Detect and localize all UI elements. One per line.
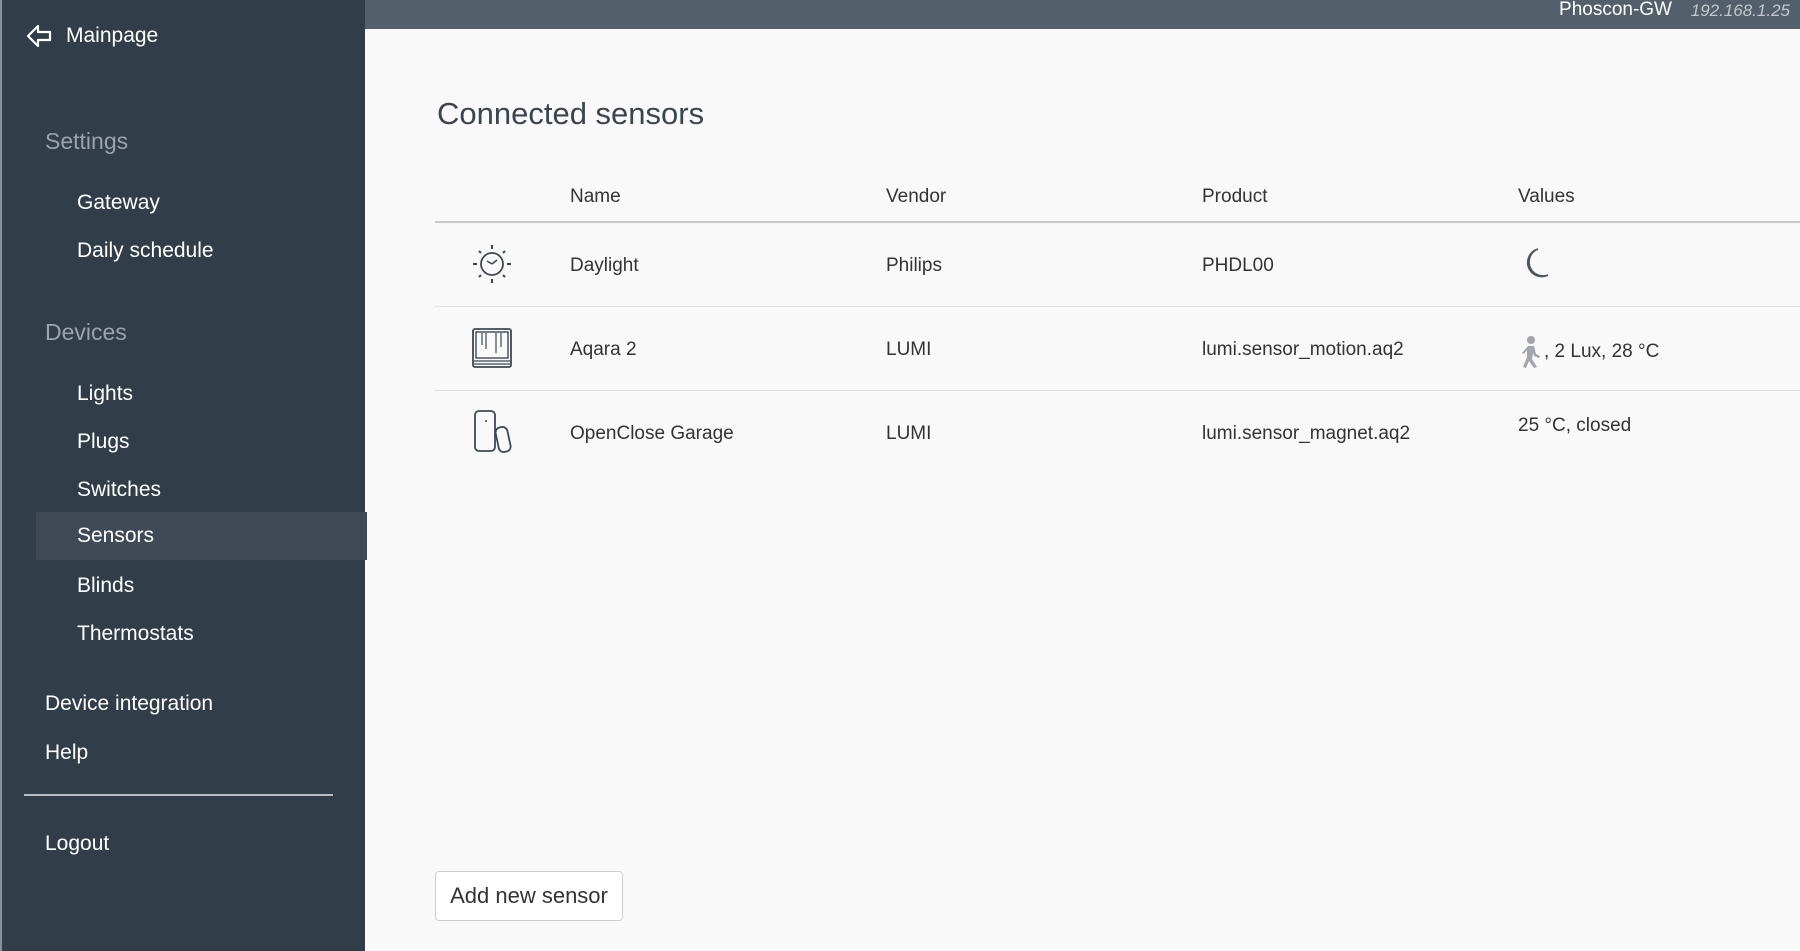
sidebar-item-sensors[interactable]: Sensors bbox=[36, 512, 367, 560]
sidebar-item-plugs[interactable]: Plugs bbox=[36, 418, 367, 466]
sensor-values: , 2 Lux, 28 °C bbox=[1518, 335, 1659, 369]
table-row[interactable]: OpenClose Garage LUMI lumi.sensor_magnet… bbox=[435, 391, 1800, 474]
gateway-name: Phoscon-GW bbox=[1559, 0, 1672, 20]
table-header: Name Vendor Product Values bbox=[435, 176, 1800, 223]
sidebar-item-gateway[interactable]: Gateway bbox=[36, 179, 367, 227]
devices-section-title: Devices bbox=[45, 319, 127, 345]
sidebar-item-daily-schedule[interactable]: Daily schedule bbox=[36, 227, 367, 275]
sensor-vendor: LUMI bbox=[886, 423, 932, 444]
sensor-product: PHDL00 bbox=[1202, 255, 1274, 276]
sensor-name: Aqara 2 bbox=[570, 339, 637, 360]
sensor-vendor: LUMI bbox=[886, 339, 932, 360]
back-label: Mainpage bbox=[66, 24, 159, 47]
column-header-values: Values bbox=[1518, 186, 1575, 207]
sidebar-divider bbox=[24, 794, 333, 796]
sensor-values-text: , 2 Lux, 28 °C bbox=[1544, 341, 1660, 362]
sensor-name: Daylight bbox=[570, 255, 639, 276]
sidebar-item-blinds[interactable]: Blinds bbox=[36, 562, 367, 610]
daylight-clock-icon bbox=[473, 245, 511, 283]
sidebar-item-switches[interactable]: Switches bbox=[36, 466, 367, 514]
gateway-ip: 192.168.1.25 bbox=[1690, 1, 1790, 20]
sidebar: Mainpage Settings Gateway Daily schedule… bbox=[0, 0, 367, 951]
sensor-name: OpenClose Garage bbox=[570, 423, 734, 444]
sidebar-item-lights[interactable]: Lights bbox=[36, 370, 367, 418]
settings-section-title: Settings bbox=[45, 128, 129, 154]
column-header-product: Product bbox=[1202, 186, 1268, 207]
door-sensor-icon bbox=[474, 410, 512, 453]
sensors-table: Name Vendor Product Values Daylight Phil… bbox=[435, 176, 1800, 474]
walking-person-icon bbox=[1522, 336, 1540, 368]
moon-icon bbox=[1526, 248, 1549, 278]
top-bar: Phoscon-GW 192.168.1.25 bbox=[365, 0, 1800, 29]
sensor-product: lumi.sensor_motion.aq2 bbox=[1202, 339, 1404, 360]
motion-sensor-icon bbox=[472, 328, 512, 368]
column-header-name: Name bbox=[570, 186, 621, 207]
add-new-sensor-button[interactable]: Add new sensor bbox=[435, 871, 623, 921]
arrow-left-icon bbox=[26, 24, 52, 48]
logout-link[interactable]: Logout bbox=[45, 832, 109, 856]
sensor-values-text: 25 °C, closed bbox=[1518, 415, 1632, 436]
sidebar-item-help[interactable]: Help bbox=[45, 741, 88, 765]
back-to-mainpage-link[interactable]: Mainpage bbox=[24, 18, 158, 54]
sensor-product: lumi.sensor_magnet.aq2 bbox=[1202, 423, 1411, 444]
table-row[interactable]: Daylight Philips PHDL00 bbox=[435, 223, 1800, 307]
table-row[interactable]: Aqara 2 LUMI lumi.sensor_motion.aq2 , 2 … bbox=[435, 307, 1800, 391]
sidebar-item-device-integration[interactable]: Device integration bbox=[45, 692, 213, 716]
sensor-values bbox=[1518, 243, 1552, 283]
column-header-vendor: Vendor bbox=[886, 186, 947, 207]
sensor-vendor: Philips bbox=[886, 255, 942, 276]
sidebar-item-thermostats[interactable]: Thermostats bbox=[36, 610, 367, 658]
page-title: Connected sensors bbox=[437, 96, 705, 131]
